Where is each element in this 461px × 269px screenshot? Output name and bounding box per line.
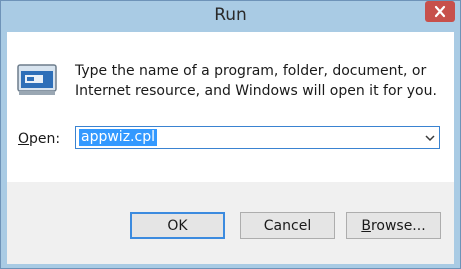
content-area: Type the name of a program, folder, docu… — [7, 32, 454, 182]
instruction-text: Type the name of a program, folder, docu… — [75, 61, 447, 101]
open-label-accelerator: O — [18, 131, 30, 147]
close-icon — [425, 1, 455, 22]
run-program-icon — [17, 64, 57, 95]
close-button[interactable] — [425, 1, 455, 22]
open-label-text: pen: — [29, 131, 61, 147]
browse-button-accelerator: B — [361, 217, 371, 234]
run-dialog: Run Type the name of a program, folder, … — [0, 0, 461, 269]
ok-button[interactable]: OK — [130, 212, 225, 239]
chevron-down-icon[interactable] — [425, 133, 435, 143]
cancel-button-label: Cancel — [263, 217, 312, 234]
open-combobox[interactable]: appwiz.cpl — [75, 126, 440, 149]
dialog-body: Type the name of a program, folder, docu… — [7, 32, 454, 264]
instruction-line-1: Type the name of a program, folder, docu… — [75, 63, 427, 79]
instruction-line-2: Internet resource, and Windows will open… — [75, 83, 437, 99]
browse-button[interactable]: Browse... — [346, 212, 441, 239]
open-input-value[interactable]: appwiz.cpl — [79, 129, 157, 146]
window-title: Run — [214, 5, 247, 25]
ok-button-label: OK — [167, 217, 188, 234]
title-bar[interactable]: Run — [1, 1, 460, 33]
cancel-button[interactable]: Cancel — [240, 212, 335, 239]
open-label: Open: — [18, 131, 60, 147]
browse-button-label: rowse... — [370, 217, 426, 234]
